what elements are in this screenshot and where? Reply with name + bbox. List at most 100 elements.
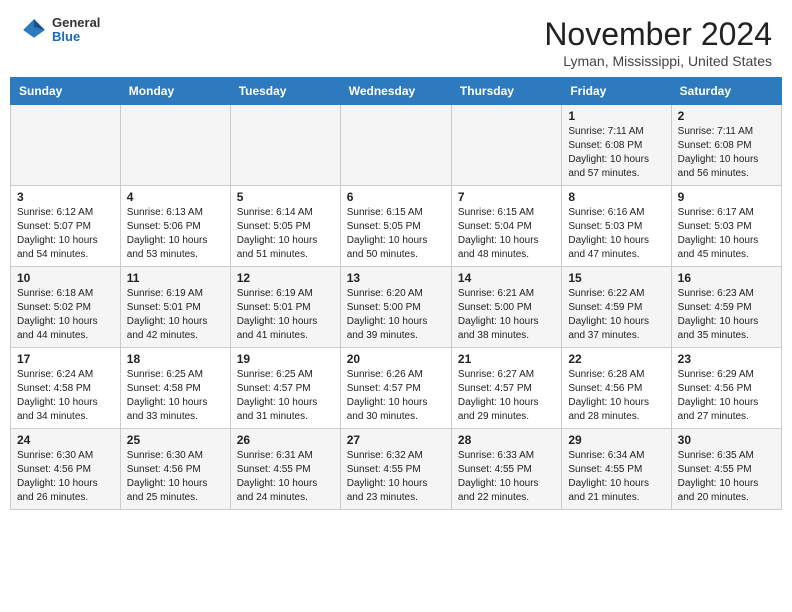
day-number: 12: [237, 271, 334, 285]
day-number: 8: [568, 190, 664, 204]
day-number: 27: [347, 433, 445, 447]
weekday-header: Wednesday: [340, 78, 451, 105]
calendar-cell: 6Sunrise: 6:15 AM Sunset: 5:05 PM Daylig…: [340, 186, 451, 267]
day-number: 30: [678, 433, 775, 447]
day-info: Sunrise: 6:26 AM Sunset: 4:57 PM Dayligh…: [347, 368, 445, 424]
calendar-cell: 16 Sunrise: 6:23 AM Sunset: 4:59 PM Dayli…: [671, 267, 781, 348]
day-number: 1: [568, 109, 664, 123]
calendar-cell: [11, 105, 121, 186]
weekday-header: Friday: [562, 78, 671, 105]
weekday-header: Monday: [120, 78, 230, 105]
day-number: 23: [678, 352, 775, 366]
logo-blue: Blue: [52, 30, 100, 44]
calendar-cell: 9 Sunrise: 6:17 AM Sunset: 5:03 PM Daylig…: [671, 186, 781, 267]
day-info: Sunrise: 6:15 AM Sunset: 5:04 PM Dayligh…: [458, 206, 555, 262]
day-number: 16: [678, 271, 775, 285]
logo-general: General: [52, 16, 100, 30]
calendar-cell: 4Sunrise: 6:13 AM Sunset: 5:06 PM Daylig…: [120, 186, 230, 267]
day-info: Sunrise: 6:18 AM Sunset: 5:02 PM Dayligh…: [17, 287, 114, 343]
calendar-week-row: 1 Sunrise: 7:11 AM Sunset: 6:08 PM Daylig…: [11, 105, 782, 186]
day-info: Sunrise: 7:11 AM Sunset: 6:08 PM Dayligh…: [568, 125, 664, 181]
calendar-cell: 2Sunrise: 7:11 AM Sunset: 6:08 PM Daylig…: [671, 105, 781, 186]
month-title: November 2024: [544, 16, 772, 53]
calendar-cell: 1 Sunrise: 7:11 AM Sunset: 6:08 PM Daylig…: [562, 105, 671, 186]
calendar-cell: [451, 105, 561, 186]
calendar-week-row: 24Sunrise: 6:30 AM Sunset: 4:56 PM Dayli…: [11, 429, 782, 510]
calendar-cell: 25 Sunrise: 6:30 AM Sunset: 4:56 PM Dayli…: [120, 429, 230, 510]
logo-text: General Blue: [52, 16, 100, 45]
day-info: Sunrise: 6:32 AM Sunset: 4:55 PM Dayligh…: [347, 449, 445, 505]
calendar-cell: 24Sunrise: 6:30 AM Sunset: 4:56 PM Dayli…: [11, 429, 121, 510]
day-info: Sunrise: 6:24 AM Sunset: 4:58 PM Dayligh…: [17, 368, 114, 424]
calendar-cell: [120, 105, 230, 186]
day-info: Sunrise: 6:30 AM Sunset: 4:56 PM Dayligh…: [127, 449, 224, 505]
day-info: Sunrise: 6:27 AM Sunset: 4:57 PM Dayligh…: [458, 368, 555, 424]
day-number: 29: [568, 433, 664, 447]
calendar-cell: 19 Sunrise: 6:25 AM Sunset: 4:57 PM Dayli…: [230, 348, 340, 429]
calendar-cell: 18 Sunrise: 6:25 AM Sunset: 4:58 PM Dayli…: [120, 348, 230, 429]
day-number: 10: [17, 271, 114, 285]
calendar-cell: 13 Sunrise: 6:20 AM Sunset: 5:00 PM Dayli…: [340, 267, 451, 348]
day-info: Sunrise: 6:21 AM Sunset: 5:00 PM Dayligh…: [458, 287, 555, 343]
calendar-cell: 11Sunrise: 6:19 AM Sunset: 5:01 PM Dayli…: [120, 267, 230, 348]
calendar-cell: 12 Sunrise: 6:19 AM Sunset: 5:01 PM Dayli…: [230, 267, 340, 348]
day-number: 4: [127, 190, 224, 204]
calendar-cell: 23Sunrise: 6:29 AM Sunset: 4:56 PM Dayli…: [671, 348, 781, 429]
calendar-cell: 20 Sunrise: 6:26 AM Sunset: 4:57 PM Dayli…: [340, 348, 451, 429]
day-info: Sunrise: 6:14 AM Sunset: 5:05 PM Dayligh…: [237, 206, 334, 262]
day-number: 19: [237, 352, 334, 366]
day-number: 26: [237, 433, 334, 447]
weekday-header: Sunday: [11, 78, 121, 105]
day-info: Sunrise: 6:20 AM Sunset: 5:00 PM Dayligh…: [347, 287, 445, 343]
weekday-header: Tuesday: [230, 78, 340, 105]
calendar-cell: 15 Sunrise: 6:22 AM Sunset: 4:59 PM Dayli…: [562, 267, 671, 348]
day-info: Sunrise: 6:23 AM Sunset: 4:59 PM Dayligh…: [678, 287, 775, 343]
calendar-cell: 22 Sunrise: 6:28 AM Sunset: 4:56 PM Dayli…: [562, 348, 671, 429]
day-number: 20: [347, 352, 445, 366]
day-number: 6: [347, 190, 445, 204]
day-info: Sunrise: 6:31 AM Sunset: 4:55 PM Dayligh…: [237, 449, 334, 505]
day-info: Sunrise: 6:19 AM Sunset: 5:01 PM Dayligh…: [127, 287, 224, 343]
calendar-cell: 29Sunrise: 6:34 AM Sunset: 4:55 PM Dayli…: [562, 429, 671, 510]
day-number: 15: [568, 271, 664, 285]
day-number: 21: [458, 352, 555, 366]
day-number: 14: [458, 271, 555, 285]
day-info: Sunrise: 6:25 AM Sunset: 4:57 PM Dayligh…: [237, 368, 334, 424]
day-info: Sunrise: 7:11 AM Sunset: 6:08 PM Dayligh…: [678, 125, 775, 181]
calendar-cell: 10 Sunrise: 6:18 AM Sunset: 5:02 PM Dayli…: [11, 267, 121, 348]
day-info: Sunrise: 6:17 AM Sunset: 5:03 PM Dayligh…: [678, 206, 775, 262]
location: Lyman, Mississippi, United States: [544, 53, 772, 69]
logo-icon: [20, 16, 48, 44]
day-number: 28: [458, 433, 555, 447]
day-number: 18: [127, 352, 224, 366]
day-number: 9: [678, 190, 775, 204]
calendar-cell: 8 Sunrise: 6:16 AM Sunset: 5:03 PM Daylig…: [562, 186, 671, 267]
day-number: 22: [568, 352, 664, 366]
day-info: Sunrise: 6:28 AM Sunset: 4:56 PM Dayligh…: [568, 368, 664, 424]
day-info: Sunrise: 6:25 AM Sunset: 4:58 PM Dayligh…: [127, 368, 224, 424]
day-info: Sunrise: 6:19 AM Sunset: 5:01 PM Dayligh…: [237, 287, 334, 343]
calendar-cell: 17 Sunrise: 6:24 AM Sunset: 4:58 PM Dayli…: [11, 348, 121, 429]
day-info: Sunrise: 6:35 AM Sunset: 4:55 PM Dayligh…: [678, 449, 775, 505]
day-info: Sunrise: 6:33 AM Sunset: 4:55 PM Dayligh…: [458, 449, 555, 505]
header-row: SundayMondayTuesdayWednesdayThursdayFrid…: [11, 78, 782, 105]
day-info: Sunrise: 6:22 AM Sunset: 4:59 PM Dayligh…: [568, 287, 664, 343]
day-number: 5: [237, 190, 334, 204]
calendar-week-row: 10 Sunrise: 6:18 AM Sunset: 5:02 PM Dayli…: [11, 267, 782, 348]
day-number: 25: [127, 433, 224, 447]
calendar-body: 1 Sunrise: 7:11 AM Sunset: 6:08 PM Daylig…: [11, 105, 782, 510]
day-info: Sunrise: 6:30 AM Sunset: 4:56 PM Dayligh…: [17, 449, 114, 505]
calendar-table: SundayMondayTuesdayWednesdayThursdayFrid…: [10, 77, 782, 510]
day-info: Sunrise: 6:16 AM Sunset: 5:03 PM Dayligh…: [568, 206, 664, 262]
day-number: 13: [347, 271, 445, 285]
title-block: November 2024 Lyman, Mississippi, United…: [544, 16, 772, 69]
day-number: 7: [458, 190, 555, 204]
logo: General Blue: [20, 16, 100, 45]
calendar-week-row: 17 Sunrise: 6:24 AM Sunset: 4:58 PM Dayli…: [11, 348, 782, 429]
day-number: 17: [17, 352, 114, 366]
calendar-cell: [340, 105, 451, 186]
calendar-cell: 3Sunrise: 6:12 AM Sunset: 5:07 PM Daylig…: [11, 186, 121, 267]
calendar-cell: 30 Sunrise: 6:35 AM Sunset: 4:55 PM Dayli…: [671, 429, 781, 510]
calendar-cell: 21 Sunrise: 6:27 AM Sunset: 4:57 PM Dayli…: [451, 348, 561, 429]
calendar-header: SundayMondayTuesdayWednesdayThursdayFrid…: [11, 78, 782, 105]
